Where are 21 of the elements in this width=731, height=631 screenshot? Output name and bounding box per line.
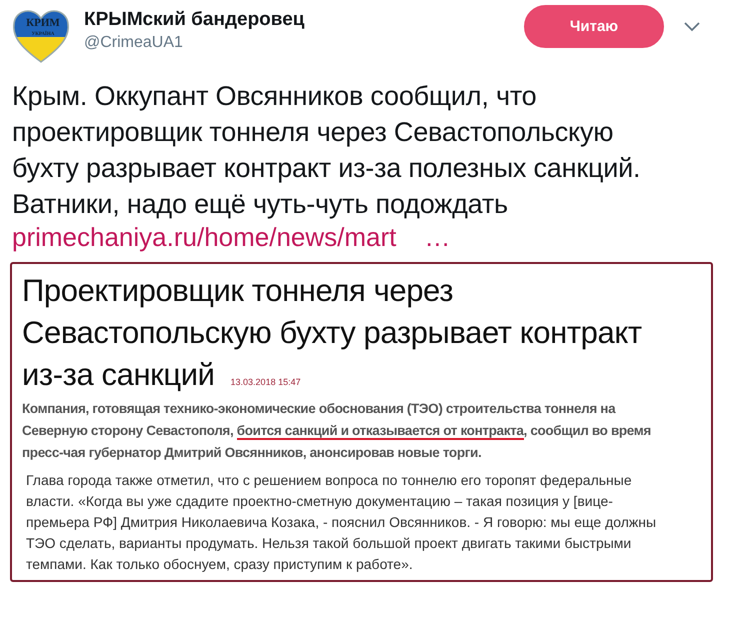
tweet-text: Крым. Оккупант Овсянников сообщил, что проектировщик тоннеля через Севастопольскую бухту разрывает контракт из-за полезных санкций. Ватники, надо ещё чуть-чуть подождать — [12, 80, 642, 221]
lead-text: Компания, готовящая технико-экономические обоснования (ТЭО) строительства тоннеля на — [22, 401, 616, 416]
lead-text: пресс-чая губернатор Дмитрий Овсянников, анонсировав новые торги. — [22, 445, 482, 460]
author-name[interactable]: КРЫМский бандеровец — [84, 8, 524, 32]
article-date: 13.03.2018 15:47 — [230, 377, 301, 387]
article-headline: Проектировщик тоннеля через — [22, 272, 454, 310]
article-body-text: премьера РФ] Дмитрия Николаевича Козака, - пояснил Овсянников. - Я говорю: мы еще должны — [26, 513, 658, 532]
article-body-text: власти. «Когда вы уже сдадите проектно-сметную документацию – такая позиция у [вице- — [26, 492, 614, 511]
author-handle[interactable]: @CrimeaUA1 — [84, 32, 524, 54]
article-headline: Севастопольскую бухту разрывает контракт — [22, 314, 642, 352]
article-body-text: ТЭО сделать, варианты продумать. Нельзя такой большой проект двигать такими быстрыми — [26, 534, 632, 553]
lead-text: , сообщил во время — [524, 423, 651, 438]
article-link[interactable]: primechaniya.ru/home/news/mart — [12, 220, 396, 254]
article-headline: из-за санкций — [22, 356, 215, 394]
underlined-text: боится санкций и отказывается от контракта — [236, 423, 524, 440]
logo-text: КРИМ — [26, 17, 60, 29]
article-body-text: темпами. Как только обоснуем, сразу приступим к работе». — [26, 555, 414, 574]
ellipsis-text: … — [424, 221, 450, 254]
lead-text: Северную сторону Севастополя, — [22, 423, 234, 438]
article-body-text: Глава города также отметил, что с решением вопроса по тоннелю его торопят федеральные — [26, 471, 633, 490]
follow-button[interactable]: Читаю — [524, 5, 664, 48]
